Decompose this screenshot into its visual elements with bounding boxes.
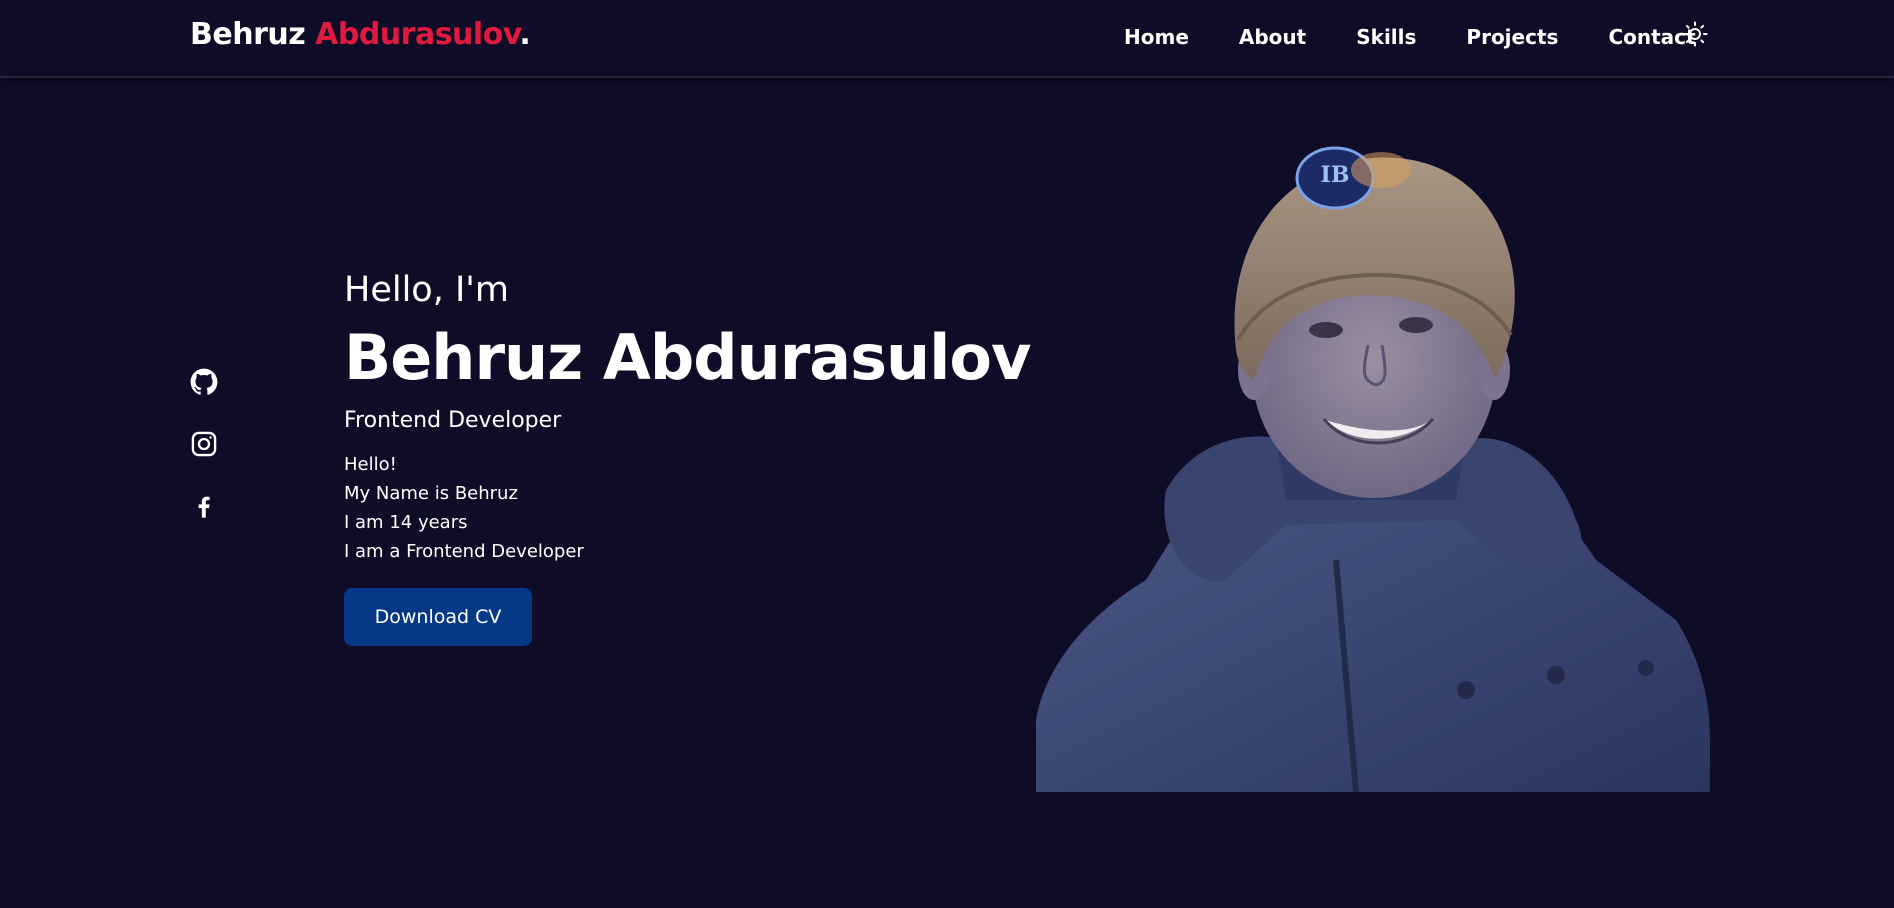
bio-line: I am a Frontend Developer — [344, 541, 584, 562]
bio-line: Hello! — [344, 454, 397, 475]
hero-section: Hello, I'm Behruz Abdurasulov Frontend D… — [344, 268, 1064, 646]
profile-photo: IB — [1036, 140, 1710, 793]
site-header: Behruz Abdurasulov. Home About Skills Pr… — [0, 0, 1894, 78]
nav-about[interactable]: About — [1239, 23, 1306, 51]
nav-projects[interactable]: Projects — [1466, 23, 1558, 51]
logo-last-name: Abdurasulov — [315, 17, 520, 52]
download-cv-button[interactable]: Download CV — [344, 588, 532, 646]
site-logo[interactable]: Behruz Abdurasulov. — [190, 17, 531, 52]
main-nav: Home About Skills Projects Contact — [1124, 23, 1696, 51]
hero-greeting: Hello, I'm — [344, 270, 510, 310]
svg-text:IB: IB — [1321, 162, 1350, 188]
sun-icon[interactable] — [1682, 21, 1708, 47]
bio-line: I am 14 years — [344, 512, 468, 533]
hero-name: Behruz Abdurasulov — [344, 321, 1031, 394]
logo-dot: . — [519, 17, 531, 52]
nav-home[interactable]: Home — [1124, 23, 1189, 51]
facebook-icon[interactable] — [190, 492, 218, 520]
logo-first-name: Behruz — [190, 17, 316, 52]
hero-role: Frontend Developer — [344, 408, 562, 433]
social-links — [190, 368, 220, 554]
nav-skills[interactable]: Skills — [1356, 23, 1416, 51]
bio-line: My Name is Behruz — [344, 483, 518, 504]
instagram-icon[interactable] — [190, 430, 218, 458]
github-icon[interactable] — [190, 368, 218, 396]
hero-bio: Hello! My Name is Behruz I am 14 years I… — [344, 450, 1064, 566]
